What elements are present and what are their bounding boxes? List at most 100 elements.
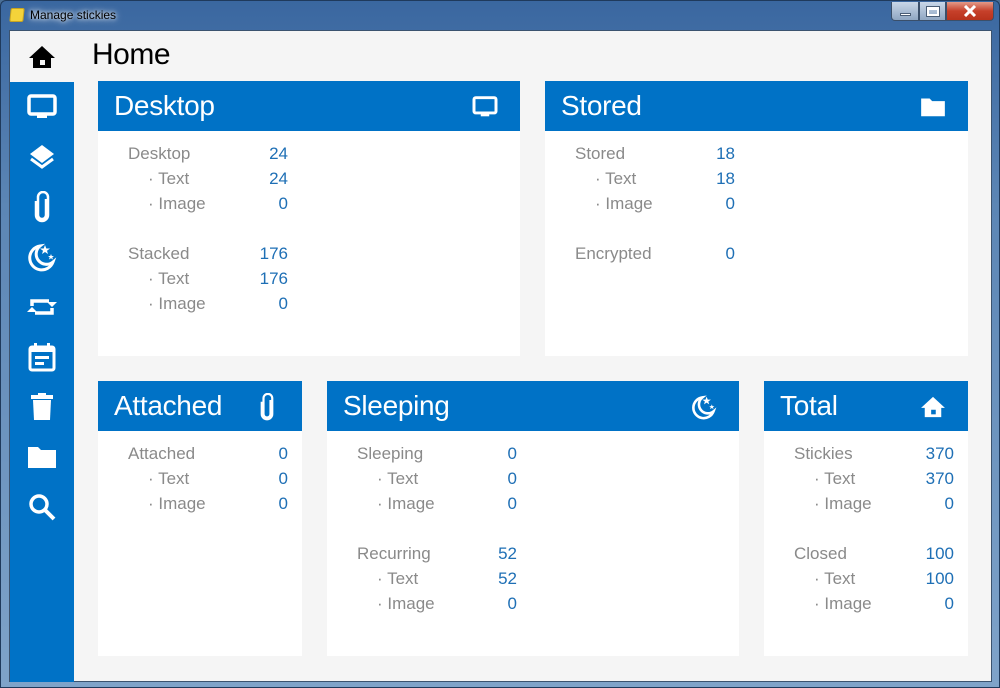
nav-stacked[interactable]: [10, 132, 74, 182]
stat-row-text: · Text 52: [357, 569, 517, 594]
nav-stored[interactable]: [10, 432, 74, 482]
paperclip-icon: [34, 191, 50, 223]
stat-value: 100: [925, 569, 954, 588]
stat-label: · Image: [814, 594, 872, 613]
card-title: Attached: [114, 390, 223, 421]
stat-label: · Image: [377, 494, 435, 513]
moon-stars-icon: [28, 243, 57, 272]
folder-icon: [921, 98, 945, 117]
search-icon: [29, 494, 56, 521]
stat-value: 24: [269, 144, 288, 163]
stat-value: 0: [507, 444, 517, 463]
stat-value: 0: [944, 594, 954, 613]
stat-row-text: · Text 176: [128, 269, 288, 294]
nav-closed[interactable]: [10, 382, 74, 432]
card-icon: [254, 393, 280, 421]
stat-value: 370: [925, 469, 954, 488]
stat-row-closed: Closed 100: [794, 544, 954, 569]
stat-value: 370: [925, 444, 954, 463]
nav-recurring[interactable]: [10, 282, 74, 332]
stat-value: 0: [278, 294, 288, 313]
stat-value: 0: [725, 194, 735, 213]
stat-label: · Image: [148, 294, 206, 313]
stats-list: Desktop 24 · Text 24 · Image 0 Stacked 176 ·…: [128, 144, 288, 319]
stat-label: · Text: [148, 269, 190, 288]
nav-calendar[interactable]: [10, 332, 74, 382]
stat-value: 100: [925, 544, 954, 563]
close-icon: [963, 5, 977, 17]
stat-row-text: · Text 24: [128, 169, 288, 194]
maximize-button[interactable]: [919, 2, 946, 21]
trash-icon: [31, 393, 53, 420]
stat-value: 0: [725, 244, 735, 263]
home-icon: [921, 396, 945, 418]
client-area: Home Desktop Desktop 24 · Text 24 · Imag…: [9, 30, 992, 682]
stat-row-text: · Text 0: [128, 469, 288, 494]
card-header: Total: [764, 381, 968, 431]
stat-row-recurring: Recurring 52: [357, 544, 517, 569]
stat-value: 0: [278, 469, 288, 488]
nav-sleeping[interactable]: [10, 232, 74, 282]
stat-value: 0: [507, 494, 517, 513]
stored-card: Stored Stored 18 · Text 18 · Image 0 Encryp…: [545, 81, 968, 356]
calendar-icon: [28, 343, 56, 372]
stats-list: Stored 18 · Text 18 · Image 0 Encrypted 0: [575, 144, 735, 269]
stat-label: · Image: [148, 494, 206, 513]
stat-label: Stacked: [128, 244, 190, 263]
stat-label: · Text: [377, 569, 419, 588]
stat-value: 0: [944, 494, 954, 513]
stat-row-image: · Image 0: [128, 194, 288, 219]
window-title: Manage stickies: [30, 8, 117, 22]
stat-label: Sleeping: [357, 444, 424, 463]
nav-attached[interactable]: [10, 182, 74, 232]
nav-home[interactable]: [10, 31, 74, 82]
minimize-button[interactable]: [891, 2, 919, 21]
stat-label: Recurring: [357, 544, 431, 563]
nav-desktop[interactable]: [10, 82, 74, 132]
stat-row-image: · Image 0: [575, 194, 735, 219]
card-title: Desktop: [114, 90, 215, 121]
stat-value: 0: [507, 469, 517, 488]
folder-icon: [28, 447, 56, 468]
page-title: Home: [92, 38, 171, 71]
stat-value: 52: [498, 544, 517, 563]
app-window: Manage stickies Home Desktop Desktop 24 …: [0, 0, 1000, 688]
stat-row-encrypted: Encrypted 0: [575, 244, 735, 269]
maximize-icon: [925, 5, 940, 17]
nav-search[interactable]: [10, 482, 74, 532]
card-title: Total: [780, 390, 838, 421]
card-header: Sleeping: [327, 381, 739, 431]
stat-value: 18: [716, 169, 735, 188]
monitor-icon: [472, 96, 498, 117]
stat-row-attached: Attached 0: [128, 444, 288, 469]
minimize-icon: [899, 12, 911, 16]
stat-label: · Image: [814, 494, 872, 513]
stats-list: Stickies 370 · Text 370 · Image 0 Closed 100…: [794, 444, 954, 619]
stat-value: 0: [278, 494, 288, 513]
card-header: Stored: [545, 81, 968, 131]
card-icon: [691, 394, 717, 420]
total-card: Total Stickies 370 · Text 370 · Image 0 Clo…: [764, 381, 968, 656]
card-header: Desktop: [98, 81, 520, 131]
desktop-card: Desktop Desktop 24 · Text 24 · Image 0 Stac…: [98, 81, 520, 356]
stat-row-image: · Image 0: [794, 494, 954, 519]
stat-value: 176: [259, 244, 288, 263]
stat-row-text: · Text 18: [575, 169, 735, 194]
stat-label: Closed: [794, 544, 847, 563]
title-bar: Manage stickies: [1, 1, 1000, 30]
close-button[interactable]: [946, 2, 994, 21]
stat-label: Stickies: [794, 444, 853, 463]
stat-value: 0: [278, 194, 288, 213]
stat-value: 24: [269, 169, 288, 188]
paperclip-icon: [260, 393, 274, 421]
stat-label: · Text: [148, 469, 190, 488]
sidebar: [10, 82, 74, 682]
stat-row-image: · Image 0: [128, 294, 288, 319]
stat-value: 176: [259, 269, 288, 288]
stat-label: · Text: [814, 469, 856, 488]
card-title: Sleeping: [343, 390, 450, 421]
stat-row-image: · Image 0: [128, 494, 288, 519]
stat-value: 0: [507, 594, 517, 613]
stat-label: Desktop: [128, 144, 191, 163]
card-header: Attached: [98, 381, 302, 431]
